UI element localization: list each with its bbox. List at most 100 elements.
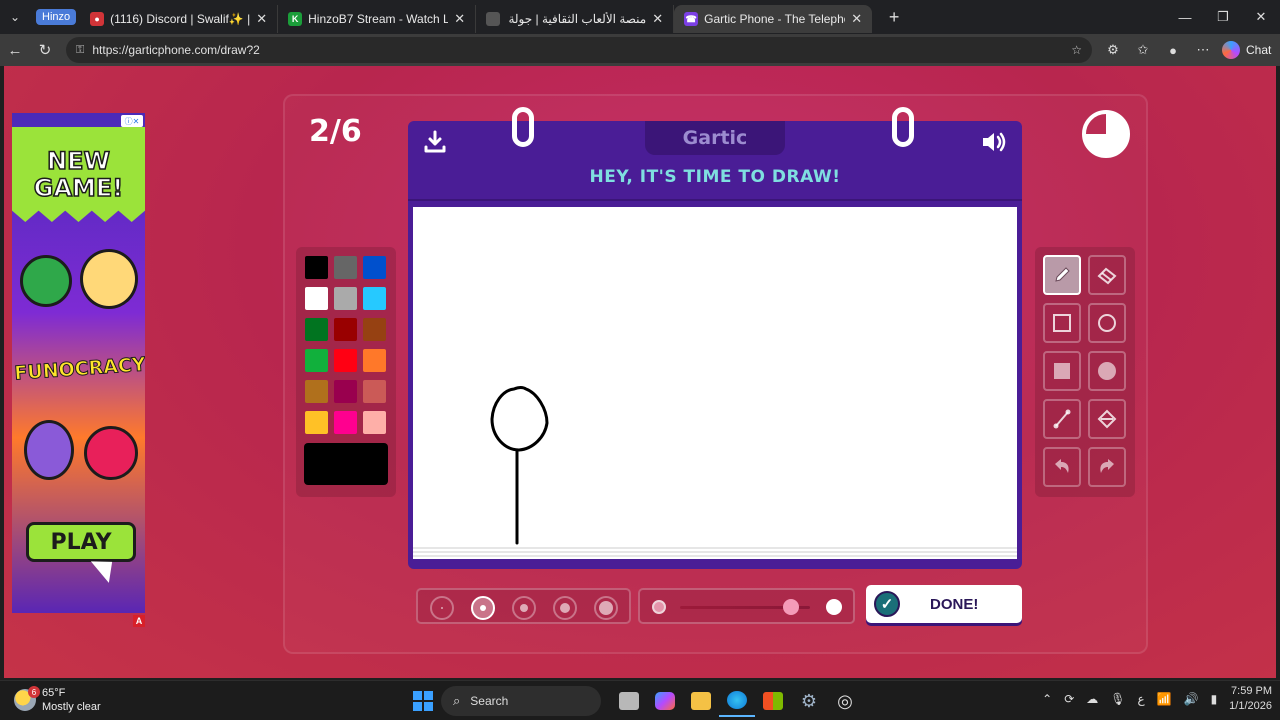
close-tab-icon[interactable]: ✕ [851,11,862,27]
cloud-icon[interactable]: ☁ [1086,692,1098,706]
fill-bucket-icon[interactable] [1088,399,1126,439]
opacity-slider-handle[interactable] [783,599,799,615]
color-swatch[interactable] [305,287,328,310]
thumbs-up-character-icon [20,255,72,307]
search-label: Search [470,694,509,708]
brush-size-4[interactable] [553,596,577,620]
microphone-icon[interactable]: 🎙 [1110,692,1125,706]
color-swatch[interactable] [334,287,357,310]
clock[interactable]: 7:59 PM 1/1/2026 [1229,684,1272,714]
color-swatch[interactable] [363,349,386,372]
microsoft-store-icon[interactable] [755,685,791,717]
copilot-icon [1222,41,1240,59]
favorites-icon[interactable]: ✩ [1128,42,1158,58]
clock-date: 1/1/2026 [1229,700,1272,712]
task-view-icon[interactable] [611,685,647,717]
browser-tab-discord[interactable]: ● (1116) Discord | Swalif✨ | live ✕ [80,5,279,33]
tab-group-chip[interactable]: Hinzo [36,9,77,25]
back-icon[interactable]: ← [0,34,30,66]
tab-title: منصة الألعاب الثقافية | جولة - Jawlah [506,12,647,26]
sync-icon[interactable]: ⟳ [1064,692,1074,706]
close-tab-icon[interactable]: ✕ [256,11,267,27]
maximize-icon[interactable]: ❐ [1204,0,1242,34]
weather-widget[interactable]: 6 65°F Mostly clear [14,686,101,714]
rectangle-fill-icon[interactable] [1043,351,1081,391]
refresh-icon[interactable]: ↻ [30,34,60,66]
ad-headline: NEW GAME! [33,146,124,202]
circle-fill-icon[interactable] [1088,351,1126,391]
download-icon[interactable] [422,129,448,155]
tab-actions-menu-button[interactable]: ⌄ [0,0,30,34]
color-swatch[interactable] [334,411,357,434]
input-language[interactable]: ع [1137,692,1144,706]
ad-info-icon[interactable]: ⓘ✕ [121,115,143,127]
extensions-icon[interactable]: ⚙ [1098,42,1128,58]
close-window-icon[interactable]: ✕ [1242,0,1280,34]
color-swatch[interactable] [363,380,386,403]
bearded-character-icon [24,420,74,480]
minimize-icon[interactable]: — [1166,0,1204,34]
sound-icon[interactable] [980,129,1010,155]
adchoices-badge[interactable]: A [133,615,145,627]
board-header: Gartic HEY, IT'S TIME TO DRAW! [408,107,1022,201]
url-field[interactable]: ⚿ https://garticphone.com/draw?2 ☆ [66,37,1092,63]
profile-avatar[interactable]: ● [1158,43,1188,58]
ad-play-button[interactable]: PLAY [26,522,136,562]
brush-size-2[interactable] [471,596,495,620]
favorite-star-icon[interactable]: ☆ [1071,43,1082,57]
color-swatch[interactable] [305,349,328,372]
color-swatch[interactable] [334,380,357,403]
obs-app-icon[interactable]: ◎ [827,685,863,717]
eraser-icon[interactable] [1088,255,1126,295]
color-swatch[interactable] [305,256,328,279]
color-swatch[interactable] [363,318,386,341]
line-icon[interactable] [1043,399,1081,439]
drawing-canvas[interactable] [413,207,1017,547]
draw-prompt: HEY, IT'S TIME TO DRAW! [589,167,841,187]
start-button[interactable] [413,691,433,711]
address-bar-row: ← ↻ ⚿ https://garticphone.com/draw?2 ☆ ⚙… [0,34,1280,66]
new-tab-button[interactable]: + [880,3,908,31]
color-swatch[interactable] [334,349,357,372]
file-explorer-icon[interactable] [683,685,719,717]
color-swatch[interactable] [363,411,386,434]
close-tab-icon[interactable]: ✕ [454,11,465,27]
opacity-slider[interactable] [638,588,855,624]
tab-title: Gartic Phone - The Telephone Gam [704,12,845,26]
show-hidden-icons[interactable]: ⌃ [1042,692,1052,706]
volume-icon[interactable]: 🔊 [1184,692,1199,706]
color-swatch[interactable] [305,318,328,341]
redo-icon[interactable] [1088,447,1126,487]
color-swatch[interactable] [305,380,328,403]
done-button[interactable]: ✓ DONE! [866,585,1022,623]
site-info-icon[interactable]: ⚿ [76,44,84,57]
copilot-chat-button[interactable]: Chat [1222,41,1271,59]
brush-size-5[interactable] [594,596,618,620]
circle-outline-icon[interactable] [1088,303,1126,343]
color-swatch[interactable] [305,411,328,434]
wifi-icon[interactable]: 📶 [1157,692,1172,706]
color-swatch[interactable] [363,256,386,279]
battery-icon[interactable]: ▮ [1211,692,1218,706]
browser-tab-jawlah[interactable]: منصة الألعاب الثقافية | جولة - Jawlah ✕ [476,5,675,33]
browser-tab-kick[interactable]: K HinzoB7 Stream - Watch Live on K ✕ [278,5,477,33]
search-icon: ⌕ [453,693,461,708]
undo-icon[interactable] [1043,447,1081,487]
color-swatch[interactable] [334,256,357,279]
close-tab-icon[interactable]: ✕ [652,11,663,27]
round-counter: 2/6 [309,114,362,149]
edge-browser-icon[interactable] [719,685,755,717]
taskbar-search[interactable]: ⌕ Search [441,686,601,716]
pencil-icon[interactable] [1043,255,1081,295]
rectangle-outline-icon[interactable] [1043,303,1081,343]
ad-banner[interactable]: ⓘ✕ NEW GAME! FUNOCRACY PLAY [12,113,145,613]
color-swatch[interactable] [334,318,357,341]
settings-icon[interactable]: ⚙ [791,685,827,717]
color-swatch[interactable] [363,287,386,310]
canvas-edge [413,547,1017,559]
copilot-app-icon[interactable] [647,685,683,717]
brush-size-3[interactable] [512,596,536,620]
more-menu-icon[interactable]: ⋯ [1188,42,1218,58]
browser-tab-gartic[interactable]: ☎ Gartic Phone - The Telephone Gam ✕ [674,5,873,33]
brush-size-1[interactable] [430,596,454,620]
